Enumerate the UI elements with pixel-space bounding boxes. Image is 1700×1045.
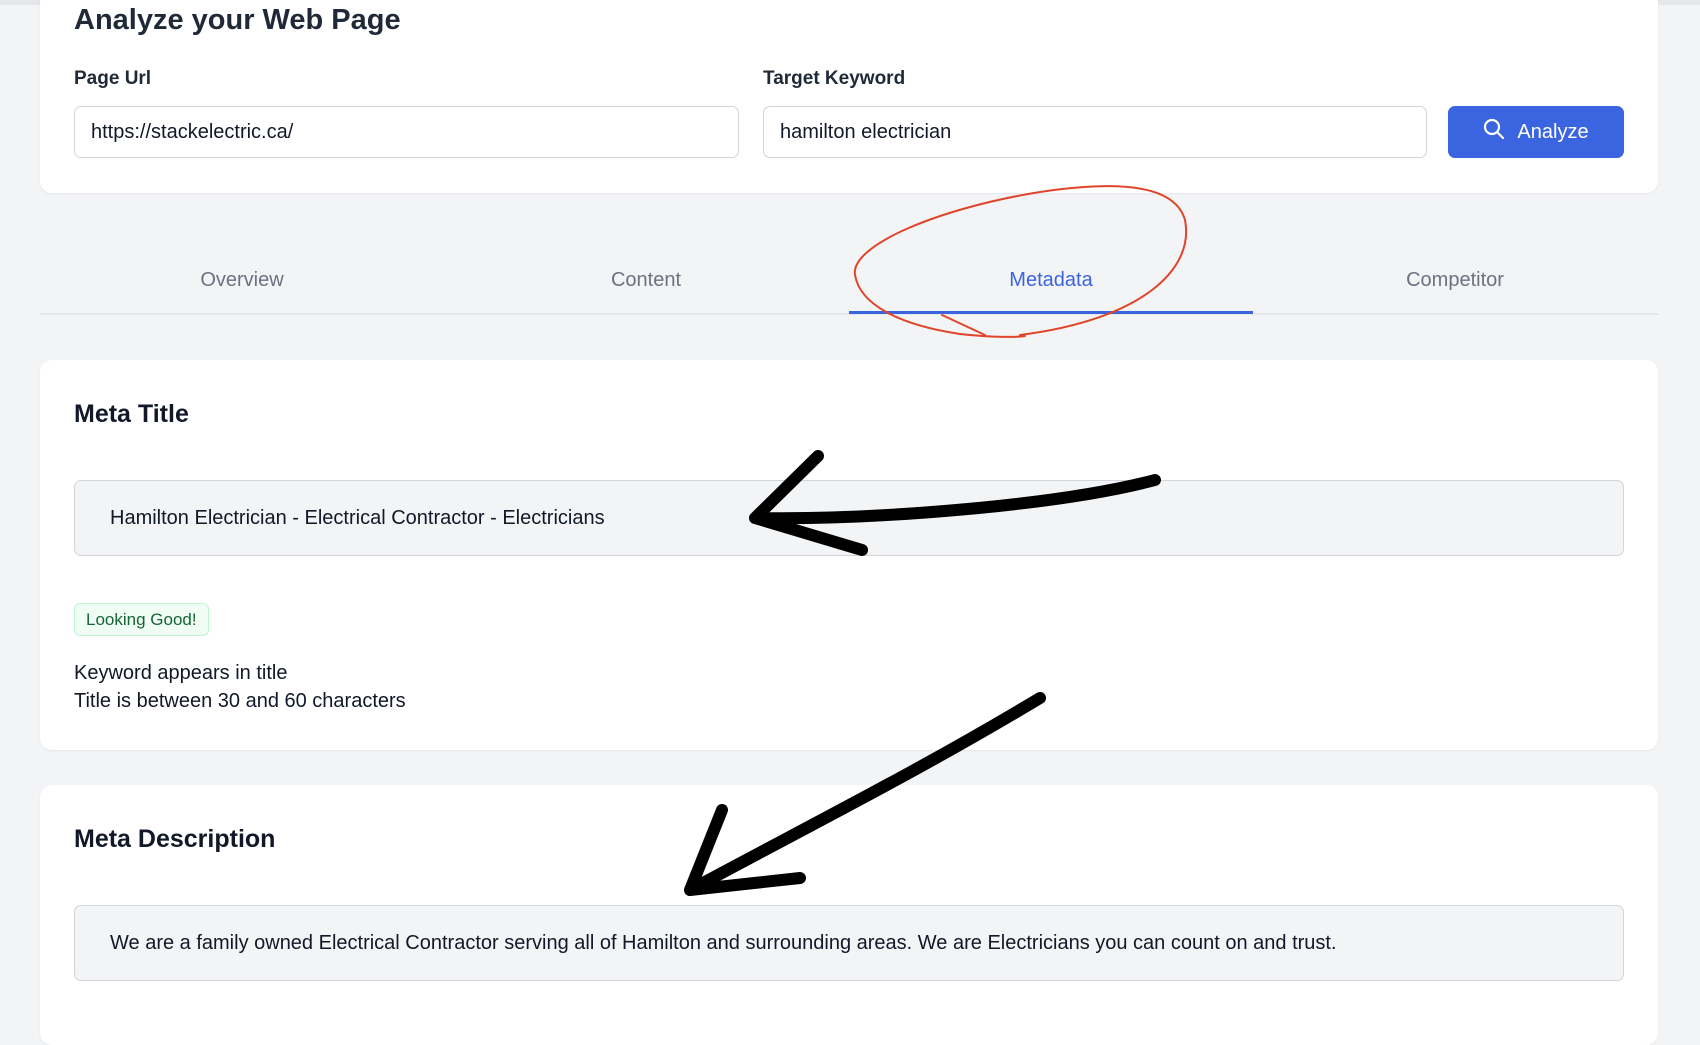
tab-content[interactable]: Content [444,245,848,315]
page-title: Analyze your Web Page [74,4,401,36]
meta-title-heading: Meta Title [74,400,189,428]
check-title-length: Title is between 30 and 60 characters [74,690,406,712]
analyze-card: Analyze your Web Page Page Url https://s… [40,0,1658,193]
page-url-label: Page Url [74,68,152,89]
tab-bar: Overview Content Metadata Competitor [40,245,1658,315]
page-url-input[interactable]: https://stackelectric.ca/ [74,106,739,158]
meta-description-card: Meta Description We are a family owned E… [40,785,1658,1045]
page-url-value: https://stackelectric.ca/ [91,120,294,143]
target-keyword-value: hamilton electrician [780,120,952,143]
meta-description-heading: Meta Description [74,825,276,853]
search-icon [1483,118,1505,146]
meta-description-value-box: We are a family owned Electrical Contrac… [74,905,1624,981]
meta-title-card: Meta Title Hamilton Electrician - Electr… [40,360,1658,750]
target-keyword-input[interactable]: hamilton electrician [763,106,1427,158]
tab-competitor[interactable]: Competitor [1253,245,1657,315]
tab-metadata[interactable]: Metadata [849,245,1253,315]
analyze-button-label: Analyze [1517,120,1589,143]
active-tab-indicator [849,311,1253,314]
target-keyword-label: Target Keyword [763,68,906,89]
check-keyword-in-title: Keyword appears in title [74,662,288,684]
tab-overview[interactable]: Overview [40,245,444,315]
status-badge: Looking Good! [74,603,209,636]
meta-title-value-box: Hamilton Electrician - Electrical Contra… [74,480,1624,556]
meta-title-value: Hamilton Electrician - Electrical Contra… [110,506,605,529]
analyze-button[interactable]: Analyze [1448,106,1624,158]
meta-description-value: We are a family owned Electrical Contrac… [110,931,1337,954]
